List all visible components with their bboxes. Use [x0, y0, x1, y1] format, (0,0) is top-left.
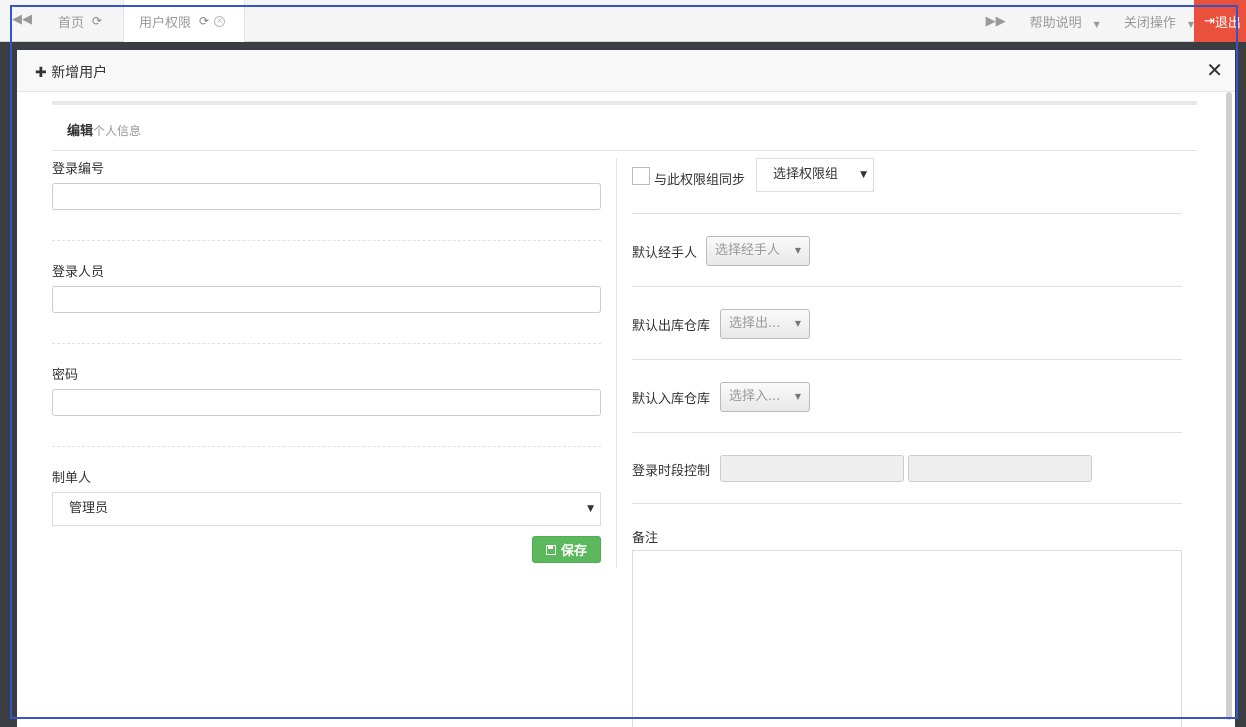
divider [52, 101, 1197, 105]
divider [632, 432, 1182, 433]
login-time-start-input[interactable] [720, 455, 904, 482]
close-ops-menu[interactable]: 关闭操作 ▼ [1112, 12, 1194, 31]
caret-down-icon: ▼ [794, 319, 801, 328]
close-icon[interactable]: ✕ [1206, 60, 1223, 80]
perm-group-select[interactable]: 选择权限组 ▼ [756, 158, 874, 192]
add-user-modal: ✚ 新增用户 ✕ 编辑个人信息 登录编号 登录人员 密码 制单人 管理员 ▼ 保… [17, 50, 1235, 727]
caret-down-icon: ▼ [1093, 19, 1100, 29]
creator-field: 制单人 管理员 ▼ [52, 467, 601, 526]
default-handler-label: 默认经手人 [632, 246, 698, 261]
sync-label: 与此权限组同步 [654, 173, 746, 188]
tab-user-permissions[interactable]: 用户权限 ⟳ × [123, 0, 245, 42]
section-subtitle: 个人信息 [93, 124, 142, 138]
default-in-wh-select[interactable]: 选择入... ▼ [720, 382, 810, 412]
default-out-wh-select[interactable]: 选择出... ▼ [720, 309, 810, 339]
creator-value: 管理员 [69, 501, 109, 516]
creator-label: 制单人 [52, 471, 92, 486]
caret-down-icon: ▼ [860, 170, 867, 180]
plus-icon: ✚ [35, 65, 47, 81]
login-user-label: 登录人员 [52, 265, 105, 280]
scroll-right-icon[interactable]: ▶▶ [986, 14, 1006, 29]
divider [632, 359, 1182, 360]
modal-header: ✚ 新增用户 ✕ [17, 50, 1235, 92]
logout-button[interactable]: ⇥ 退出 [1194, 0, 1246, 42]
divider [52, 240, 601, 241]
modal-title-text: 新增用户 [51, 65, 108, 81]
divider [52, 343, 601, 344]
password-label: 密码 [52, 368, 79, 383]
login-time-label: 登录时段控制 [632, 464, 711, 479]
creator-select[interactable]: 管理员 ▼ [52, 492, 601, 526]
divider [632, 503, 1182, 504]
help-menu-label: 帮助说明 [1029, 15, 1082, 31]
tab-active-label: 用户权限 [139, 15, 192, 31]
remarks-textarea[interactable] [632, 550, 1182, 727]
refresh-icon[interactable]: ⟳ [199, 14, 209, 28]
save-label: 保存 [560, 544, 587, 559]
login-time-end-input[interactable] [908, 455, 1092, 482]
save-button[interactable]: 保存 [532, 536, 601, 563]
login-user-input[interactable] [52, 286, 601, 313]
default-handler-value: 选择经手人 [715, 243, 781, 258]
perm-group-value: 选择权限组 [773, 167, 839, 182]
caret-down-icon: ▼ [794, 246, 801, 255]
section-title: 编辑 [67, 124, 94, 139]
login-no-field: 登录编号 [52, 158, 601, 210]
caret-down-icon: ▼ [587, 504, 594, 514]
refresh-icon[interactable]: ⟳ [92, 14, 102, 28]
close-tab-icon[interactable]: × [214, 15, 226, 27]
default-in-wh-value: 选择入... [729, 389, 781, 404]
sync-checkbox[interactable] [632, 167, 650, 185]
login-user-field: 登录人员 [52, 261, 601, 313]
remarks-label: 备注 [632, 531, 659, 546]
caret-down-icon: ▼ [794, 392, 801, 401]
default-out-wh-label: 默认出库仓库 [632, 319, 711, 334]
divider [52, 150, 1197, 151]
tab-home[interactable]: 首页 ⟳ [58, 0, 102, 42]
close-ops-label: 关闭操作 [1123, 15, 1176, 31]
scroll-left-icon[interactable]: ◀◀ [12, 12, 32, 27]
divider [632, 286, 1182, 287]
default-out-wh-value: 选择出... [729, 316, 781, 331]
divider [632, 213, 1182, 214]
logout-label: 退出 [1214, 15, 1241, 31]
login-no-input[interactable] [52, 183, 601, 210]
tab-bar: ◀◀ 首页 ⟳ 用户权限 ⟳ × ▶▶ 帮助说明 ▼ 关闭操作 ▼ ⇥ 退出 [0, 0, 1246, 42]
help-menu[interactable]: 帮助说明 ▼ [1018, 12, 1100, 31]
tab-tools: ▶▶ 帮助说明 ▼ 关闭操作 ▼ [974, 0, 1194, 42]
tab-home-label: 首页 [58, 15, 85, 31]
scrollbar[interactable] [1226, 92, 1232, 720]
logout-icon: ⇥ [1204, 13, 1215, 29]
login-no-label: 登录编号 [52, 162, 105, 177]
column-divider [616, 158, 617, 568]
section-heading: 编辑个人信息 [67, 120, 141, 139]
default-handler-select[interactable]: 选择经手人 ▼ [706, 236, 810, 266]
default-in-wh-label: 默认入库仓库 [632, 392, 711, 407]
password-field: 密码 [52, 364, 601, 416]
save-icon [545, 544, 556, 555]
password-input[interactable] [52, 389, 601, 416]
modal-title: ✚ 新增用户 [35, 62, 107, 82]
divider [52, 446, 601, 447]
